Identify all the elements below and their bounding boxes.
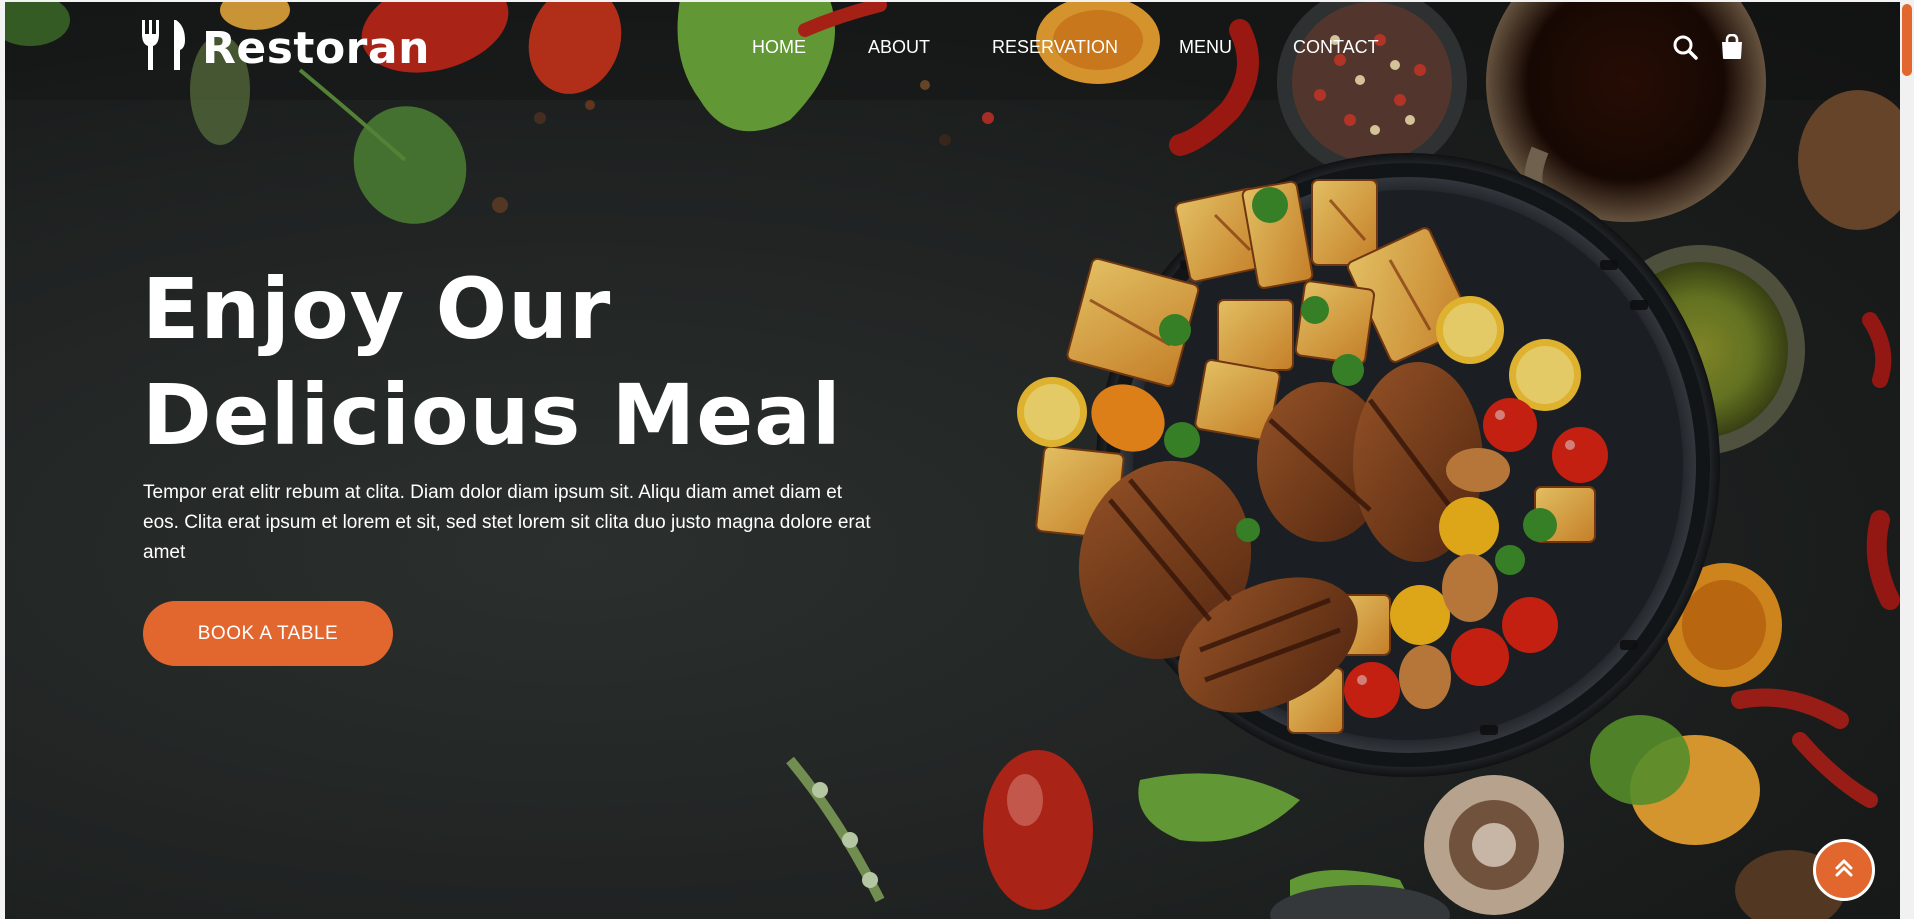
nav-menu[interactable]: MENU [1179,37,1232,58]
hero-viewport: Restoran HOME ABOUT RESERVATION MENU CON… [0,0,1914,919]
hero-title-line2: Delicious Meal [142,366,842,464]
fork-knife-icon [140,20,186,76]
nav-about[interactable]: ABOUT [868,37,930,58]
window-left-border [0,0,5,919]
nav-home[interactable]: HOME [752,37,806,58]
hero-title-line1: Enjoy Our [142,260,612,358]
vertical-scrollbar[interactable] [1900,0,1914,919]
shopping-bag-icon[interactable] [1720,33,1746,60]
brand-name: Restoran [202,22,430,74]
double-chevron-up-icon [1832,856,1856,884]
book-table-button[interactable]: BOOK A TABLE [143,601,393,666]
hero-description: Tempor erat elitr rebum at clita. Diam d… [143,482,871,563]
window-top-border [0,0,1914,2]
nav-actions [1672,33,1746,60]
nav-contact[interactable]: CONTACT [1293,37,1379,58]
back-to-top-button[interactable] [1813,839,1875,901]
search-icon[interactable] [1672,34,1698,60]
scrollbar-thumb[interactable] [1902,4,1912,76]
hero-title: Enjoy Our Delicious Meal [142,256,842,468]
brand-logo[interactable]: Restoran [140,18,430,78]
nav-reservation[interactable]: RESERVATION [992,37,1118,58]
